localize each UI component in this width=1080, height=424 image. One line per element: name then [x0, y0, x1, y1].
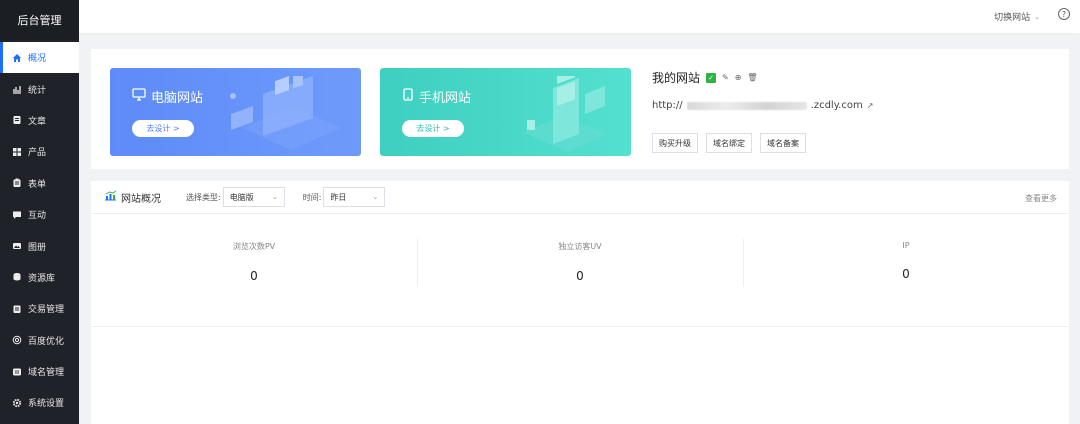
site-card: 电脑网站 去设计 > 手机网站 去设计 > 我的网站 ✓ ✎ ⊕ 🗑 http:…: [91, 49, 1069, 169]
trade-icon: [12, 304, 22, 314]
site-url[interactable]: http:// .zcdly.com ↗: [652, 100, 873, 111]
form-icon: [12, 178, 22, 188]
view-more-link[interactable]: 查看更多: [1025, 193, 1057, 204]
sidebar-item-label: 产品: [28, 148, 47, 159]
mobile-illustration-icon: [523, 76, 608, 152]
sidebar-item-seo[interactable]: 百度优化: [0, 325, 79, 356]
chart-icon: [12, 84, 22, 94]
sidebar-item-products[interactable]: 产品: [0, 136, 79, 167]
stat-uv: 独立访客UV 0: [417, 237, 743, 326]
sidebar-item-label: 交易管理: [28, 305, 65, 316]
redacted-url-segment: [686, 101, 807, 110]
upgrade-button[interactable]: 购买升级: [652, 133, 698, 153]
verified-icon: ✓: [706, 72, 717, 83]
article-icon: [12, 115, 22, 125]
overview-title-text: 网站概况: [121, 193, 161, 205]
site-url-suffix: .zcdly.com: [810, 100, 863, 111]
sidebar-item-label: 表单: [28, 179, 47, 190]
stat-label: 浏览次数PV: [232, 242, 276, 251]
overview-header: 网站概况 选择类型: 电脑版 ⌄ 时间: 昨日 ⌄ 查看更多: [91, 181, 1069, 214]
chat-icon: [12, 210, 22, 220]
type-select-value: 电脑版: [229, 192, 254, 202]
stat-ip: IP 0: [743, 237, 1069, 326]
copy-icon[interactable]: ⊕: [735, 73, 742, 82]
external-link-icon[interactable]: ↗: [867, 101, 874, 110]
chevron-down-icon: ⌄: [372, 193, 379, 201]
edit-icon[interactable]: ✎: [722, 73, 729, 82]
stat-value: 0: [250, 269, 258, 283]
site-name: 我的网站: [652, 71, 701, 85]
top-bar: 切换网站 ⌄ ?: [79, 0, 1080, 33]
sidebar-item-label: 图册: [28, 242, 47, 253]
mobile-site-title: 手机网站: [402, 87, 471, 106]
mobile-site-banner: 手机网站 去设计 >: [380, 68, 631, 156]
overview-card: 网站概况 选择类型: 电脑版 ⌄ 时间: 昨日 ⌄ 查看更多 浏览次数PV 0 …: [91, 181, 1069, 424]
monitor-icon: [132, 88, 146, 105]
stat-pv: 浏览次数PV 0: [91, 237, 417, 326]
stats-row: 浏览次数PV 0 独立访客UV 0 IP 0: [91, 214, 1069, 327]
stat-value: 0: [902, 267, 910, 281]
sidebar-item-stats[interactable]: 统计: [0, 73, 79, 104]
time-select[interactable]: 昨日 ⌄: [323, 187, 386, 207]
pc-illustration-icon: [230, 76, 341, 150]
bind-domain-button[interactable]: 域名绑定: [706, 133, 752, 153]
sidebar-item-label: 文章: [28, 116, 47, 127]
help-icon[interactable]: ?: [1058, 8, 1070, 20]
switch-site-label: 切换网站: [994, 13, 1031, 23]
chevron-down-icon: ⌄: [271, 193, 278, 201]
time-select-value: 昨日: [330, 192, 347, 202]
trend-chart-icon: [104, 190, 117, 204]
domain-icon: W: [12, 367, 22, 377]
sidebar-item-overview[interactable]: 概况: [0, 42, 79, 74]
site-actions: 购买升级 域名绑定 域名备案: [652, 133, 873, 153]
sidebar-item-gallery[interactable]: 图册: [0, 230, 79, 261]
gear-icon: [12, 398, 22, 408]
brand-title: 后台管理: [0, 0, 79, 40]
phone-icon: [402, 88, 414, 105]
sidebar-item-label: 统计: [28, 85, 47, 96]
site-url-prefix: http://: [652, 100, 683, 111]
sidebar: 后台管理 概况 统计 文章 产品 表单 互动 图册 资源库 交易管理 百度优化 …: [0, 0, 79, 424]
sidebar-item-label: 百度优化: [28, 336, 65, 347]
sidebar-nav: 概况 统计 文章 产品 表单 互动 图册 资源库 交易管理 百度优化 W 域名管…: [0, 42, 79, 419]
type-select[interactable]: 电脑版 ⌄: [222, 187, 285, 207]
svg-text:W: W: [15, 370, 20, 376]
seo-icon: [12, 335, 22, 345]
domain-filing-button[interactable]: 域名备案: [760, 133, 806, 153]
sidebar-item-forms[interactable]: 表单: [0, 168, 79, 199]
sidebar-item-articles[interactable]: 文章: [0, 105, 79, 136]
switch-site-dropdown[interactable]: 切换网站 ⌄: [994, 10, 1040, 24]
sidebar-item-resources[interactable]: 资源库: [0, 262, 79, 293]
stat-value: 0: [576, 269, 584, 283]
stat-label: 独立访客UV: [558, 242, 602, 251]
sidebar-item-settings[interactable]: 系统设置: [0, 387, 79, 418]
time-label: 时间:: [302, 192, 322, 202]
delete-icon[interactable]: 🗑: [747, 73, 757, 82]
sidebar-item-domains[interactable]: W 域名管理: [0, 356, 79, 387]
sidebar-item-label: 域名管理: [28, 368, 65, 379]
pc-site-title: 电脑网站: [132, 87, 203, 106]
overview-title: 网站概况: [104, 190, 161, 205]
pc-design-button[interactable]: 去设计 >: [132, 120, 194, 137]
site-info: 我的网站 ✓ ✎ ⊕ 🗑 http:// .zcdly.com ↗ 购买升级 域名…: [652, 69, 873, 153]
database-icon: [12, 272, 22, 282]
grid-icon: [12, 147, 22, 157]
sidebar-item-interaction[interactable]: 互动: [0, 199, 79, 230]
pc-site-title-text: 电脑网站: [151, 91, 204, 106]
type-label: 选择类型:: [186, 192, 221, 202]
sidebar-item-trade[interactable]: 交易管理: [0, 293, 79, 324]
image-icon: [12, 241, 22, 251]
sidebar-item-label: 概况: [28, 54, 47, 65]
home-icon: [12, 53, 22, 63]
mobile-design-button[interactable]: 去设计 >: [402, 120, 464, 137]
chevron-down-icon: ⌄: [1034, 12, 1040, 21]
pc-site-banner: 电脑网站 去设计 >: [110, 68, 361, 156]
mobile-site-title-text: 手机网站: [419, 91, 472, 106]
sidebar-item-label: 资源库: [28, 273, 56, 284]
sidebar-item-label: 系统设置: [28, 399, 65, 410]
sidebar-item-label: 互动: [28, 211, 47, 222]
stat-label: IP: [902, 241, 910, 250]
